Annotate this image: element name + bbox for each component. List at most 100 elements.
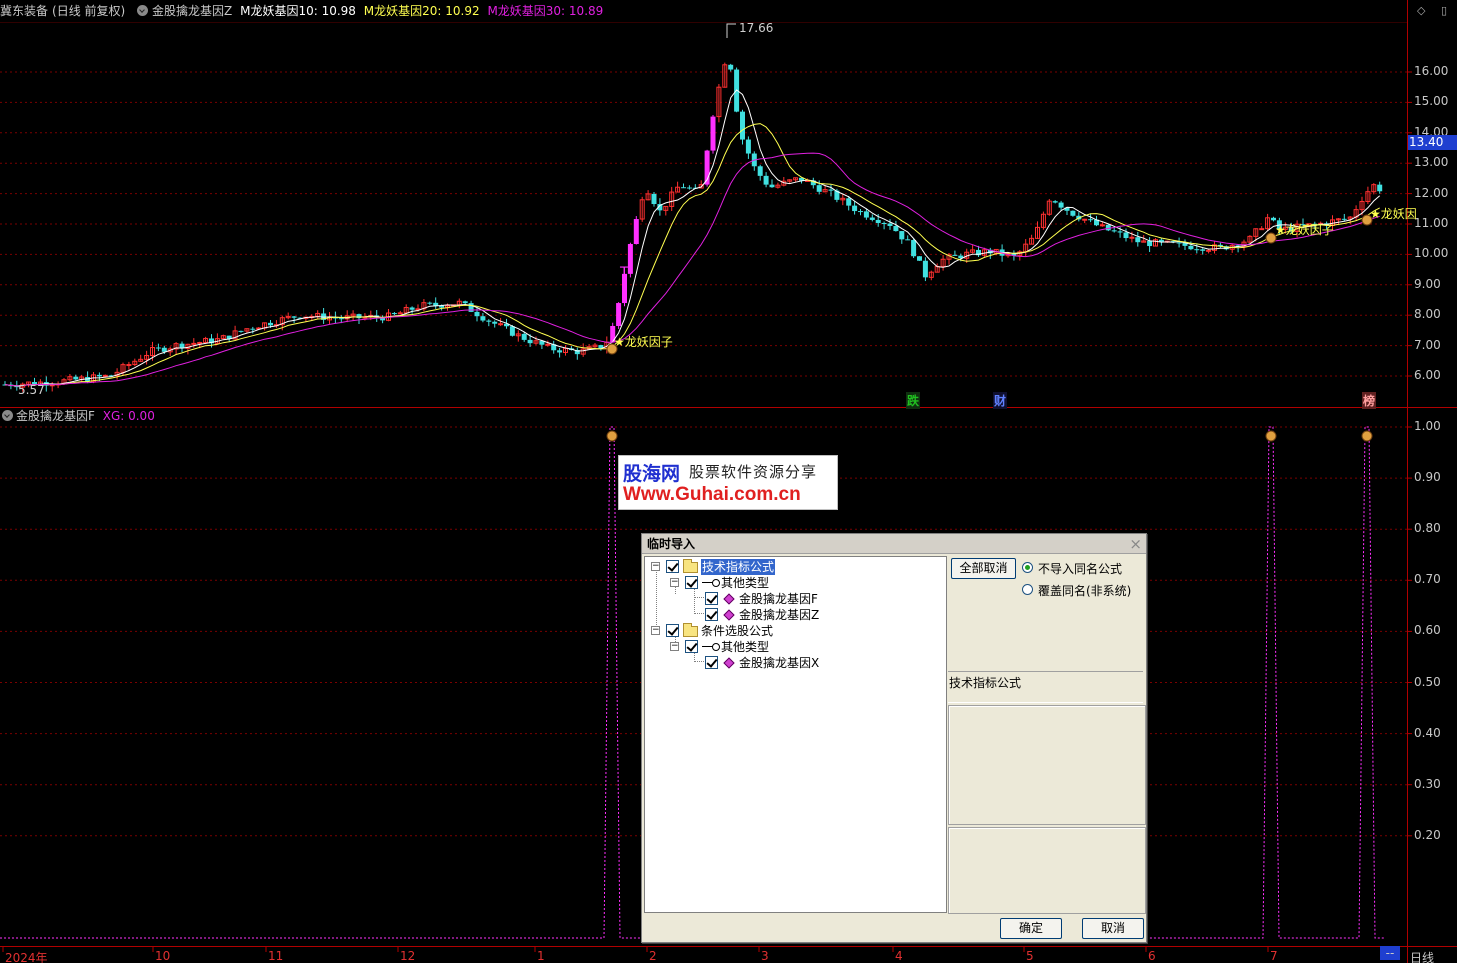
marker-cai[interactable]: 财 [993,392,1008,409]
date-label: 10 [155,949,171,963]
candle-body [905,239,911,241]
radio-overwrite-label[interactable]: 覆盖同名(非系统) [1038,582,1131,599]
formula-tree[interactable]: − 技术指标公式 − 其他类型 金股擒龙基因F 金股擒龙基因Z − 条件选股公式… [644,556,947,913]
collapse-icon[interactable]: − [670,642,679,651]
tree-label-other-type-1[interactable]: 其他类型 [721,575,769,591]
candle-body [1188,245,1194,250]
checkbox-item-x[interactable] [705,656,718,669]
candle-body [633,219,639,245]
tree-label-other-type-2[interactable]: 其他类型 [721,639,769,655]
candle-body [427,302,433,304]
date-label: 2024年 [5,951,48,963]
checkbox-item-f[interactable] [705,592,718,605]
date-label: 2 [649,949,657,963]
radio-overwrite[interactable] [1022,584,1033,595]
signal-coin-icon [1361,430,1373,442]
tree-label-tech-indicators[interactable]: 技术指标公式 [701,559,776,575]
formula-diamond-icon [723,609,735,621]
candle-body [1377,184,1383,192]
candle-body [126,364,132,367]
signal-coin-icon [1265,430,1277,442]
candle-body [952,254,958,256]
tree-node-item-z[interactable]: 金股擒龙基因Z [645,607,945,623]
lower-indicator-title: 金股擒龙基因F XG: 0.00 [2,408,155,424]
candle-body [1341,218,1347,220]
checkbox-stock-selection[interactable] [666,624,679,637]
candle-body [468,303,474,312]
tree-node-tech-indicators[interactable]: − 技术指标公式 [645,559,945,575]
candle-body [73,376,79,380]
price-tick-label: 10.00 [1414,246,1449,261]
period-label[interactable]: 日线 [1410,949,1434,963]
date-label: 1 [537,949,545,963]
lower-indicator-menu-icon[interactable] [2,410,13,421]
tree-label-item-f[interactable]: 金股擒龙基因F [739,591,818,607]
tree-node-other-type-2[interactable]: − 其他类型 [645,639,945,655]
candle-body [268,322,273,326]
low-price-label: 5.57 [18,383,45,397]
price-tick-label: 8.00 [1414,307,1441,322]
candle-body [1259,228,1265,231]
candle-body [462,301,468,304]
date-label: 7 [1270,949,1278,963]
candle-body [521,333,527,340]
dialog-close-icon[interactable]: × [1129,535,1142,553]
collapse-icon[interactable]: − [651,562,660,571]
more-button[interactable]: -- [1380,946,1400,960]
candle-body [1147,240,1153,247]
price-tick-label: 16.00 [1414,64,1449,78]
moving-average-lines [4,23,1381,387]
deselect-all-button[interactable]: 全部取消 [951,558,1016,579]
marker-die[interactable]: 跌 [906,392,921,409]
candle-body [1135,237,1141,243]
checkbox-other-type-2[interactable] [685,640,698,653]
cancel-button[interactable]: 取消 [1082,918,1144,939]
tree-label-item-x[interactable]: 金股擒龙基因X [739,655,819,671]
candle-body [1129,236,1135,239]
dialog-title[interactable]: 临时导入 [642,534,1146,554]
candle-body [197,341,203,344]
description-box-bottom [948,827,1146,914]
value-tick-label: 1.00 [1414,419,1441,433]
candle-body [409,307,415,310]
high-price-label: 17.66 [739,21,774,35]
price-tick-label: 15.00 [1414,94,1449,109]
tree-node-other-type-1[interactable]: − 其他类型 [645,575,945,591]
tree-label-item-z[interactable]: 金股擒龙基因Z [739,607,819,623]
radio-no-import[interactable] [1022,562,1033,573]
marker-bang[interactable]: 榜 [1362,392,1377,409]
candle-body [1088,219,1094,221]
lower-indicator-name[interactable]: 金股擒龙基因F [16,409,95,423]
candle-body [557,350,563,353]
tree-node-item-f[interactable]: 金股擒龙基因F [645,591,945,607]
tree-label-stock-selection[interactable]: 条件选股公式 [701,623,773,639]
value-tick-label: 0.30 [1414,776,1441,791]
collapse-icon[interactable]: − [670,578,679,587]
candle-body [238,330,244,332]
checkbox-other-type-1[interactable] [685,576,698,589]
tree-node-item-x[interactable]: 金股擒龙基因X [645,655,945,671]
radio-no-import-label[interactable]: 不导入同名公式 [1038,560,1122,577]
ok-button[interactable]: 确定 [1000,918,1062,939]
candle-body [917,256,922,261]
candle-body [1111,230,1117,232]
tree-node-stock-selection[interactable]: − 条件选股公式 [645,623,945,639]
candle-body [875,219,881,223]
t-marker: T [620,265,629,281]
folder-icon [683,559,698,573]
candle-body [1052,201,1058,203]
candle-body [828,189,834,191]
candle-body [527,339,533,344]
checkbox-tech-indicators[interactable] [666,560,679,573]
candle-body [155,347,161,349]
candle-body [816,185,822,192]
candle-body [433,302,439,306]
price-tick-label: 13.00 [1414,155,1449,170]
collapse-icon[interactable]: − [651,626,660,635]
candle-body [291,316,297,318]
candle-body [881,222,887,224]
candle-body [250,328,256,330]
checkbox-item-z[interactable] [705,608,718,621]
temp-import-dialog: 临时导入 × − 技术指标公式 − 其他类型 金股擒龙基因F 金股擒龙基因Z −… [641,533,1147,943]
candle-body [616,303,622,327]
